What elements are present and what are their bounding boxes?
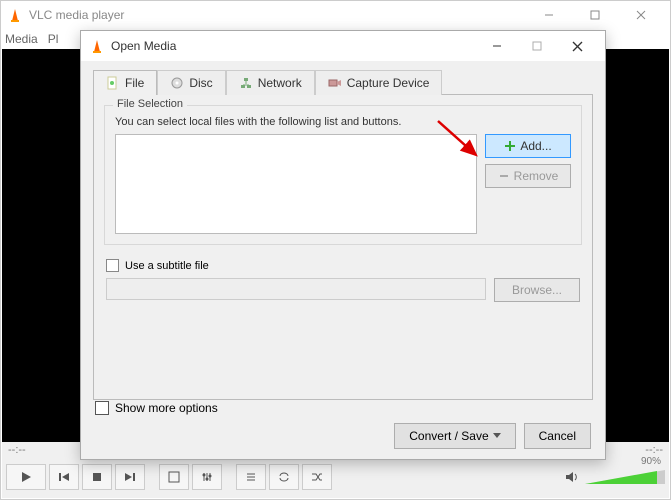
menu-media[interactable]: Media — [5, 32, 38, 46]
tab-network-label: Network — [258, 76, 302, 90]
subtitle-group: Use a subtitle file Browse... — [104, 255, 582, 306]
shuffle-button[interactable] — [302, 464, 332, 490]
dialog-titlebar: Open Media — [81, 31, 605, 61]
capture-icon — [328, 76, 342, 90]
browse-button[interactable]: Browse... — [494, 278, 580, 302]
main-titlebar: VLC media player — [1, 1, 670, 29]
dialog-close-button[interactable] — [557, 31, 597, 61]
dialog-maximize-button[interactable] — [517, 31, 557, 61]
convert-save-button[interactable]: Convert / Save — [394, 423, 515, 449]
file-list[interactable] — [115, 134, 477, 234]
speaker-icon — [565, 470, 581, 484]
volume-slider[interactable] — [585, 470, 665, 484]
play-button[interactable] — [6, 464, 46, 490]
minimize-button[interactable] — [526, 1, 572, 29]
maximize-button[interactable] — [572, 1, 618, 29]
extended-settings-button[interactable] — [192, 464, 222, 490]
tab-file-label: File — [125, 76, 144, 90]
tab-capture[interactable]: Capture Device — [315, 70, 443, 95]
disc-icon — [170, 76, 184, 90]
remove-button[interactable]: Remove — [485, 164, 571, 188]
stop-button[interactable] — [82, 464, 112, 490]
network-icon — [239, 76, 253, 90]
tab-body: File Selection You can select local file… — [93, 94, 593, 400]
tab-network[interactable]: Network — [226, 70, 315, 95]
loop-button[interactable] — [269, 464, 299, 490]
subtitle-path-input — [106, 278, 486, 300]
tab-disc-label: Disc — [189, 76, 212, 90]
browse-button-label: Browse... — [512, 283, 562, 297]
dialog-minimize-button[interactable] — [477, 31, 517, 61]
show-more-checkbox[interactable] — [95, 401, 109, 415]
volume-percent: 90% — [641, 456, 661, 467]
playlist-button[interactable] — [236, 464, 266, 490]
add-button-label: Add... — [520, 139, 551, 153]
subtitle-checkbox[interactable] — [106, 259, 119, 272]
minus-icon — [498, 170, 510, 182]
fullscreen-button[interactable] — [159, 464, 189, 490]
tab-capture-label: Capture Device — [347, 76, 430, 90]
cancel-label: Cancel — [539, 429, 576, 443]
main-window-title: VLC media player — [29, 8, 526, 22]
dialog-title: Open Media — [111, 39, 477, 53]
prev-button[interactable] — [49, 464, 79, 490]
volume-control[interactable]: 90% — [565, 470, 665, 484]
next-button[interactable] — [115, 464, 145, 490]
vlc-cone-icon — [89, 38, 105, 54]
vlc-cone-icon — [7, 7, 23, 23]
subtitle-checkbox-label: Use a subtitle file — [125, 260, 209, 272]
plus-icon — [504, 140, 516, 152]
open-media-dialog: Open Media File Disc Network Capture Dev… — [80, 30, 606, 460]
file-selection-help: You can select local files with the foll… — [115, 116, 571, 128]
remove-button-label: Remove — [514, 169, 559, 183]
file-selection-label: File Selection — [113, 98, 187, 110]
cancel-button[interactable]: Cancel — [524, 423, 591, 449]
file-selection-group: File Selection You can select local file… — [104, 105, 582, 245]
close-button[interactable] — [618, 1, 664, 29]
convert-save-label: Convert / Save — [409, 429, 488, 443]
add-button[interactable]: Add... — [485, 134, 571, 158]
tab-disc[interactable]: Disc — [157, 70, 225, 95]
menu-playback[interactable]: Pl — [48, 32, 59, 46]
tab-file[interactable]: File — [93, 70, 157, 95]
file-icon — [106, 76, 120, 90]
tab-strip: File Disc Network Capture Device — [81, 61, 605, 94]
show-more-label: Show more options — [115, 401, 218, 415]
dropdown-icon — [493, 433, 501, 439]
show-more-options[interactable]: Show more options — [95, 401, 591, 415]
time-elapsed: --:-- — [8, 444, 26, 458]
